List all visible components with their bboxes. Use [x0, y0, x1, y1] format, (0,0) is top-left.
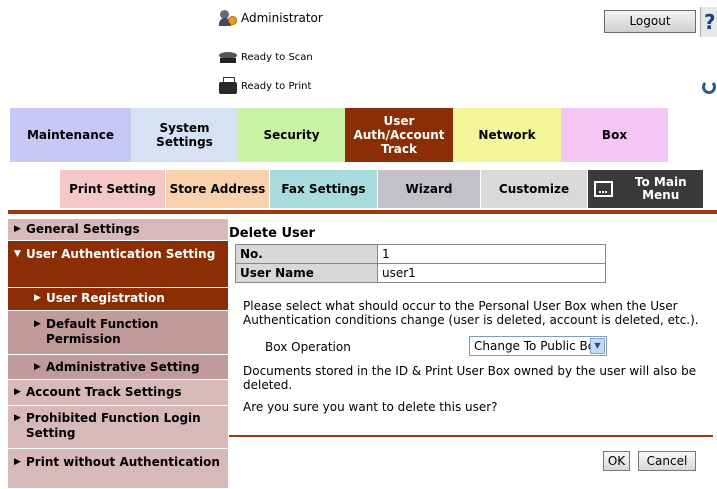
confirm-question: Are you sure you want to delete this use… — [243, 400, 498, 414]
box-operation-instructions: Please select what should occur to the P… — [243, 299, 699, 327]
print-status-text: Ready to Print — [241, 80, 312, 92]
sidebar-item-user-authentication-setting[interactable]: ▼ User Authentication Setting — [8, 241, 228, 288]
tab-security[interactable]: Security — [238, 108, 345, 162]
user-label: Administrator — [241, 11, 323, 25]
chevron-down-icon[interactable]: ▼ — [590, 338, 605, 354]
tab-print-setting[interactable]: Print Setting — [60, 170, 166, 208]
header-divider — [8, 210, 717, 214]
help-icon[interactable]: ? — [700, 7, 717, 37]
administrator-indicator: Administrator — [219, 10, 323, 26]
cancel-button[interactable]: Cancel — [638, 451, 696, 471]
box-operation-value: Change To Public Box — [474, 339, 602, 353]
arrow-right-icon: ▶ — [34, 293, 41, 303]
sidebar-item-account-track-settings[interactable]: ▶ Account Track Settings — [8, 380, 228, 406]
sidebar-item-label: Default Function Permission — [46, 317, 159, 346]
scan-status: Ready to Scan — [219, 50, 313, 64]
arrow-right-icon: ▶ — [14, 387, 21, 397]
sidebar-item-label: Prohibited Function Login Setting — [26, 411, 201, 440]
user-info-table: No. 1 User Name user1 — [235, 244, 606, 283]
arrow-right-icon: ▶ — [34, 319, 41, 329]
table-value: 1 — [377, 244, 606, 264]
sidebar-item-label: User Registration — [46, 291, 165, 305]
administrator-icon — [219, 10, 237, 26]
arrow-right-icon: ▶ — [14, 457, 21, 467]
sidebar-item-administrative-setting[interactable]: ▶ Administrative Setting — [8, 355, 228, 380]
table-key: No. — [235, 244, 378, 264]
content-divider — [229, 435, 713, 437]
arrow-right-icon: ▶ — [34, 362, 41, 372]
tab-maintenance[interactable]: Maintenance — [10, 108, 131, 162]
sub-tabs: Print Setting Store Address Fax Settings… — [60, 170, 704, 208]
tab-wizard[interactable]: Wizard — [378, 170, 481, 208]
arrow-right-icon: ▶ — [14, 224, 21, 234]
sidebar-item-default-function-permission[interactable]: ▶ Default Function Permission — [8, 311, 228, 355]
main-tabs: Maintenance System Settings Security Use… — [10, 108, 668, 162]
sidebar-item-general-settings[interactable]: ▶ General Settings — [8, 219, 228, 241]
arrow-right-icon: ▶ — [14, 413, 21, 423]
arrow-down-icon: ▼ — [14, 249, 21, 259]
sidebar-item-label: Account Track Settings — [26, 385, 182, 399]
tab-user-auth-account-track[interactable]: User Auth/Account Track — [345, 108, 453, 162]
to-main-menu-label: To Main Menu — [634, 175, 687, 202]
table-key: User Name — [235, 263, 378, 283]
tab-box[interactable]: Box — [561, 108, 668, 162]
box-operation-select[interactable]: Change To Public Box ▼ — [469, 336, 607, 356]
main-menu-icon — [594, 181, 613, 197]
page-title: Delete User — [229, 226, 315, 241]
sidebar-item-label: Print without Authentication — [26, 455, 220, 469]
tab-system-settings[interactable]: System Settings — [131, 108, 238, 162]
tab-fax-settings[interactable]: Fax Settings — [270, 170, 378, 208]
table-row: User Name user1 — [235, 263, 606, 283]
tab-store-address[interactable]: Store Address — [166, 170, 270, 208]
tab-network[interactable]: Network — [453, 108, 561, 162]
to-main-menu-button[interactable]: To Main Menu — [588, 170, 704, 208]
table-value: user1 — [377, 263, 606, 283]
sidebar-item-label: General Settings — [26, 222, 140, 236]
print-status: Ready to Print — [219, 77, 311, 95]
tab-customize[interactable]: Customize — [481, 170, 588, 208]
printer-icon — [219, 77, 237, 95]
scan-status-text: Ready to Scan — [241, 51, 313, 63]
sidebar-item-prohibited-function-login-setting[interactable]: ▶ Prohibited Function Login Setting — [8, 406, 228, 449]
box-operation-label: Box Operation — [265, 340, 351, 354]
refresh-icon[interactable] — [702, 80, 716, 94]
sidebar-item-print-without-authentication[interactable]: ▶ Print without Authentication — [8, 449, 228, 489]
table-row: No. 1 — [235, 244, 606, 264]
scanner-icon — [219, 50, 237, 64]
sidebar: ▶ General Settings ▼ User Authentication… — [8, 219, 228, 489]
sidebar-item-user-registration[interactable]: ▶ User Registration — [8, 288, 228, 311]
ok-button[interactable]: OK — [603, 451, 630, 471]
deletion-warning: Documents stored in the ID & Print User … — [243, 364, 697, 392]
sidebar-item-label: User Authentication Setting — [26, 247, 216, 261]
logout-button[interactable]: Logout — [604, 10, 696, 33]
sidebar-item-label: Administrative Setting — [46, 360, 200, 374]
